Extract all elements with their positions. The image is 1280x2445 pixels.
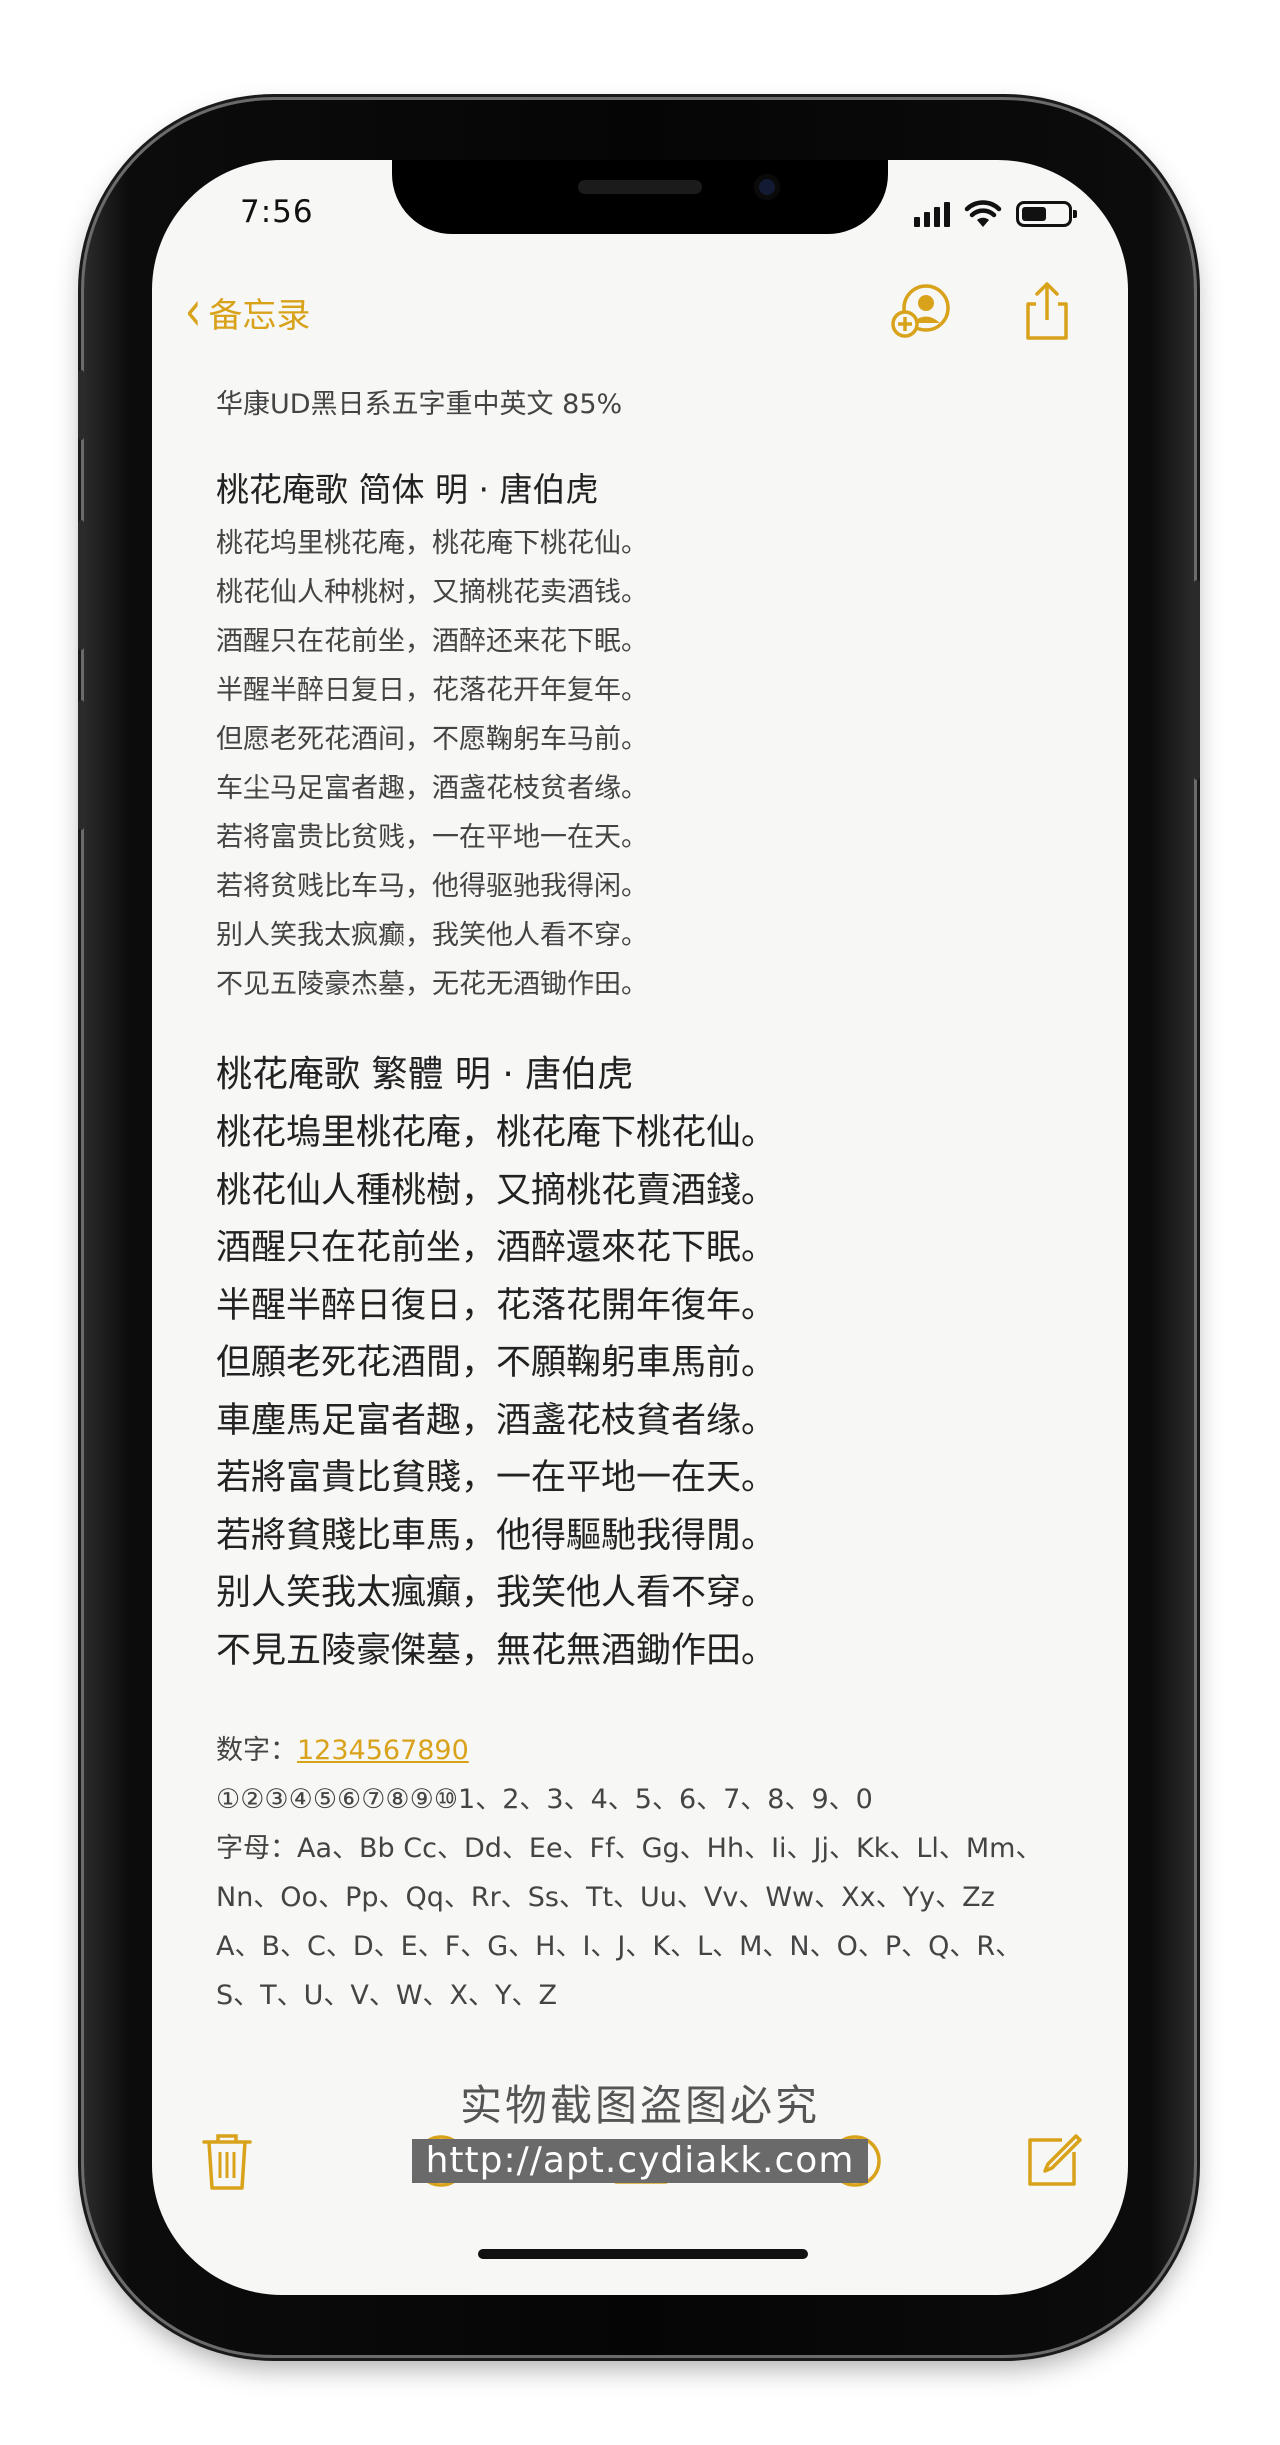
camera-icon[interactable] <box>610 2130 672 2192</box>
poem-line: 不见五陵豪杰墓，无花无酒锄作田。 <box>216 969 648 1000</box>
poem-simplified-title: 桃花庵歌 简体 明 · 唐伯虎 <box>216 470 599 509</box>
nav-actions <box>890 280 1078 342</box>
home-indicator[interactable] <box>478 2249 808 2259</box>
poem-line: 桃花仙人種桃樹，又摘桃花賣酒錢。 <box>216 1170 777 1211</box>
poem-simplified-lines: 桃花坞里桃花庵，桃花庵下桃花仙。 桃花仙人种桃树，又摘桃花卖酒钱。 酒醒只在花前… <box>216 519 1088 1009</box>
side-button-power <box>1194 580 1200 780</box>
poem-line: 桃花仙人种桃树，又摘桃花卖酒钱。 <box>216 577 648 608</box>
poem-line: 桃花塢里桃花庵，桃花庵下桃花仙。 <box>216 1113 777 1153</box>
screen: 7:56 ‹ 备忘录 华康UD黑日系五字重中英文 85% 桃花庵歌 简体 明 ·… <box>152 160 1128 2295</box>
letters-line: S、T、U、V、W、X、Y、Z <box>216 1980 558 2011</box>
numbers-line: ①②③④⑤⑥⑦⑧⑨⑩1、2、3、4、5、6、7、8、9、0 <box>216 1784 873 1815</box>
numbers-link[interactable]: 1234567890 <box>297 1735 469 1766</box>
add-person-icon[interactable] <box>890 280 952 342</box>
poem-line: 别人笑我太疯癫，我笑他人看不穿。 <box>216 920 648 951</box>
chevron-left-icon: ‹ <box>184 279 202 344</box>
poem-line: 但願老死花酒間，不願鞠躬車馬前。 <box>216 1343 777 1383</box>
poem-line: 但愿老死花酒间，不愿鞠躬车马前。 <box>216 724 648 755</box>
numbers-label: 数字： <box>216 1735 297 1766</box>
status-icons <box>914 194 1077 234</box>
compose-icon[interactable] <box>1022 2130 1084 2192</box>
char-samples: 数字：1234567890 ①②③④⑤⑥⑦⑧⑨⑩1、2、3、4、5、6、7、8、… <box>216 1726 1088 2020</box>
cellular-signal-icon <box>914 201 950 227</box>
poem-line: 若將富貴比貧賤，一在平地一在天。 <box>216 1458 777 1498</box>
poem-line: 酒醒只在花前坐，酒醉还来花下眠。 <box>216 626 648 657</box>
side-button-volume-down <box>78 700 84 830</box>
back-button-label: 备忘录 <box>208 295 311 336</box>
poem-line: 桃花坞里桃花庵，桃花庵下桃花仙。 <box>216 528 648 559</box>
poem-line: 半醒半醉日复日，花落花开年复年。 <box>216 675 648 706</box>
share-icon[interactable] <box>1016 280 1078 342</box>
poem-traditional-title: 桃花庵歌 繁體 明 · 唐伯虎 <box>216 1054 634 1095</box>
note-header: 华康UD黑日系五字重中英文 85% <box>216 389 623 420</box>
earpiece-speaker <box>578 180 702 194</box>
poem-line: 車塵馬足富者趣，酒盞花枝貧者缘。 <box>216 1400 777 1441</box>
poem-line: 半醒半醉日復日，花落花開年復年。 <box>216 1285 777 1326</box>
note-body[interactable]: 华康UD黑日系五字重中英文 85% 桃花庵歌 简体 明 · 唐伯虎 桃花坞里桃花… <box>216 380 1088 2020</box>
side-button-volume-up <box>78 520 84 650</box>
back-button[interactable]: ‹ 备忘录 <box>182 279 311 344</box>
battery-icon <box>1016 201 1077 227</box>
notch <box>392 160 888 234</box>
poem-traditional-lines: 桃花塢里桃花庵，桃花庵下桃花仙。 桃花仙人種桃樹，又摘桃花賣酒錢。 酒醒只在花前… <box>216 1105 1088 1680</box>
bottom-toolbar <box>152 2110 1128 2210</box>
poem-line: 酒醒只在花前坐，酒醉還來花下眠。 <box>216 1228 777 1268</box>
trash-icon[interactable] <box>196 2130 258 2192</box>
letters-line: A、B、C、D、E、F、G、H、I、J、K、L、M、N、O、P、Q、R、 <box>216 1931 1023 1962</box>
markup-pen-icon[interactable] <box>824 2130 886 2192</box>
numbers-row: 数字：1234567890 <box>216 1726 1088 1775</box>
wifi-icon <box>964 200 1002 227</box>
letters-line: Nn、Oo、Pp、Qq、Rr、Ss、Tt、Uu、Vv、Ww、Xx、Yy、Zz <box>216 1882 995 1913</box>
side-button-mute <box>78 370 84 440</box>
poem-line: 车尘马足富者趣，酒盏花枝贫者缘。 <box>216 773 648 804</box>
front-camera <box>754 174 780 200</box>
poem-line: 若将贫贱比车马，他得驱驰我得闲。 <box>216 871 648 902</box>
poem-line: 不見五陵豪傑墓，無花無酒鋤作田。 <box>216 1630 777 1671</box>
poem-line: 别人笑我太瘋癲，我笑他人看不穿。 <box>216 1573 777 1613</box>
poem-line: 若将富贵比贫贱，一在平地一在天。 <box>216 822 648 853</box>
poem-line: 若將貧賤比車馬，他得驅馳我得閒。 <box>216 1515 777 1556</box>
status-time: 7:56 <box>240 194 314 230</box>
checklist-icon[interactable] <box>410 2130 472 2192</box>
letters-line: 字母：Aa、Bb Cc、Dd、Ee、Ff、Gg、Hh、Ii、Jj、Kk、Ll、M… <box>216 1833 1043 1864</box>
